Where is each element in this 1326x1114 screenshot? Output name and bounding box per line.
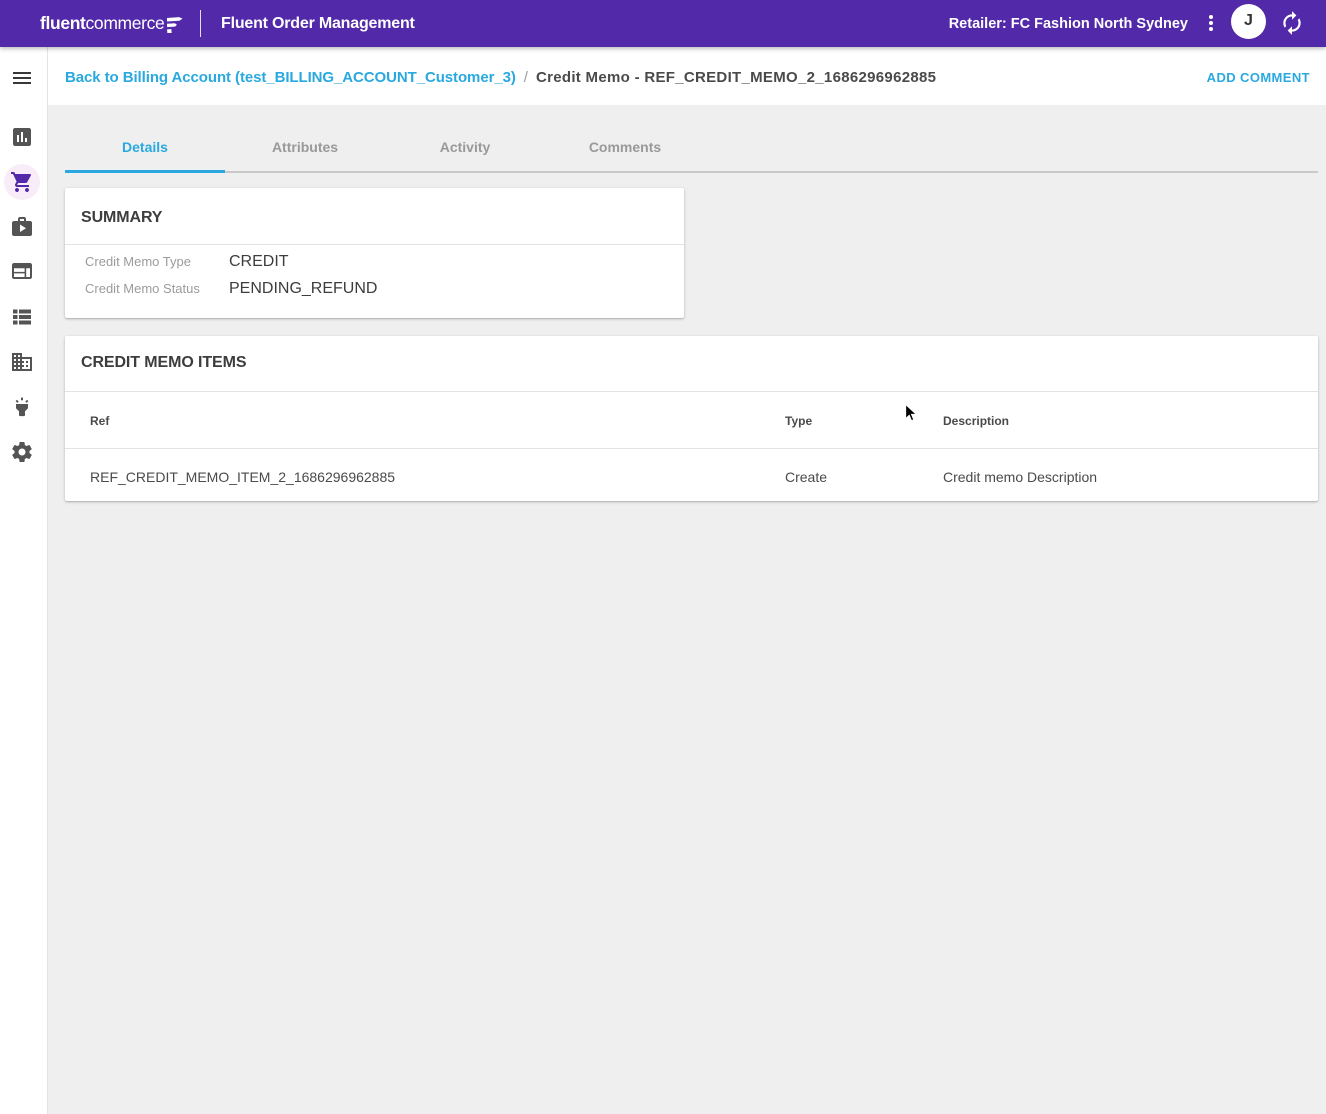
menu-icon[interactable] [10,66,34,90]
column-header-ref: Ref [65,414,785,428]
breadcrumb: Back to Billing Account (test_BILLING_AC… [65,69,936,86]
appbar-divider [200,10,201,37]
sidebar-item-products[interactable] [10,215,34,239]
field-label: Credit Memo Status [85,275,229,302]
retailer-label: Retailer: FC Fashion North Sydney [949,0,1188,47]
cell-ref: REF_CREDIT_MEMO_ITEM_2_1686296962885 [65,469,785,485]
sidebar-item-settings[interactable] [10,440,34,464]
tab-activity[interactable]: Activity [385,105,545,170]
logo-text-commerce: commerce [86,13,165,34]
field-credit-memo-status: Credit Memo StatusPENDING_REFUND [85,275,668,302]
items-card-title: CREDIT MEMO ITEMS [81,354,246,372]
app-title: Fluent Order Management [221,0,415,47]
table-row[interactable]: REF_CREDIT_MEMO_ITEM_2_1686296962885 Cre… [65,449,1318,501]
cell-description: Credit memo Description [943,469,1318,485]
torch-icon [10,395,34,419]
logo-text-fluent: fluent [40,13,86,34]
list-icon [10,305,34,329]
sidebar-item-lists[interactable] [10,305,34,329]
field-label: Credit Memo Type [85,248,229,275]
tabs-baseline [65,171,1318,174]
cart-icon [10,170,34,194]
tab-bar: Details Attributes Activity Comments [65,105,1318,172]
sidebar-item-orders[interactable] [10,170,34,194]
user-avatar[interactable]: J [1231,4,1266,39]
summary-card: SUMMARY Credit Memo TypeCREDIT Credit Me… [65,188,684,318]
building-icon [10,350,34,374]
tab-details[interactable]: Details [65,105,225,170]
main-content: Details Attributes Activity Comments SUM… [48,105,1326,1114]
field-value: PENDING_REFUND [229,280,377,297]
breadcrumb-separator: / [516,69,536,86]
add-comment-button[interactable]: ADD COMMENT [1207,70,1310,85]
breadcrumb-bar: Back to Billing Account (test_BILLING_AC… [48,47,1326,105]
sidebar [0,47,48,1114]
sidebar-item-analytics[interactable] [10,125,34,149]
column-header-type: Type [785,414,943,428]
sidebar-item-insights[interactable] [10,395,34,419]
card-panel-icon [10,259,34,283]
tab-comments[interactable]: Comments [545,105,705,170]
poll-icon [10,125,34,149]
app-bar: fluentcommerce Fluent Order Management R… [0,0,1326,47]
breadcrumb-back-link[interactable]: Back to Billing Account (test_BILLING_AC… [65,69,516,86]
summary-title: SUMMARY [81,209,162,227]
briefcase-play-icon [10,215,34,239]
table-header-row: Ref Type Description [65,392,1318,449]
column-header-description: Description [943,414,1318,428]
sidebar-item-locations[interactable] [10,350,34,374]
sync-icon[interactable] [1279,10,1305,36]
fluent-commerce-logo: fluentcommerce [40,0,184,47]
sidebar-item-payments[interactable] [10,259,34,283]
field-credit-memo-type: Credit Memo TypeCREDIT [85,248,668,275]
gear-icon [10,440,34,464]
credit-memo-items-card: CREDIT MEMO ITEMS Ref Type Description R… [65,336,1318,501]
tab-attributes[interactable]: Attributes [225,105,385,170]
fluent-logo-mark-icon [167,17,184,33]
cell-type: Create [785,469,943,485]
breadcrumb-current: Credit Memo - REF_CREDIT_MEMO_2_16862969… [536,69,936,86]
field-value: CREDIT [229,253,289,270]
more-options-icon[interactable] [1199,11,1223,35]
active-tab-underline [65,170,225,173]
